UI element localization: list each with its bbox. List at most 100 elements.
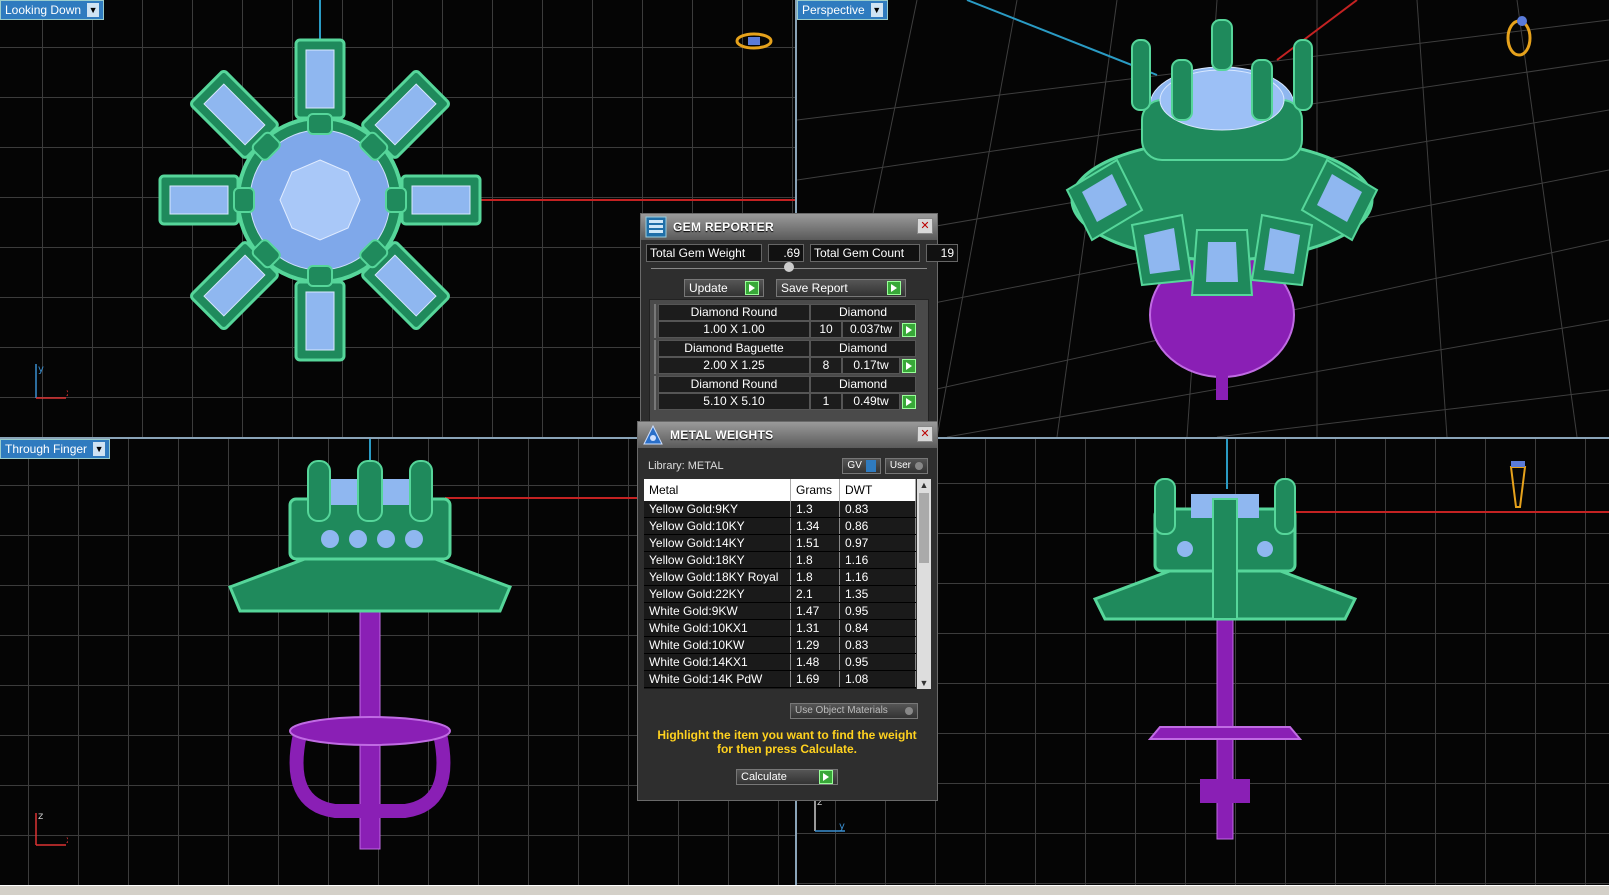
axis-indicator: z x [35, 811, 68, 846]
save-report-label: Save Report [781, 281, 848, 295]
axis-indicator: z y [814, 797, 845, 832]
gem-count: 8 [810, 357, 842, 374]
gem-weight: 0.49tw [842, 393, 900, 410]
metal-grams: 1.47 [790, 602, 840, 620]
ring-perspective-icon [1506, 16, 1532, 57]
metal-dwt: 1.35 [839, 585, 916, 603]
table-row[interactable]: Yellow Gold:14KY 1.51 0.97 [644, 534, 916, 552]
column-header-dwt[interactable]: DWT [839, 479, 916, 501]
metal-dwt: 1.08 [839, 670, 916, 688]
use-object-materials-toggle[interactable]: Use Object Materials [790, 703, 918, 719]
column-header-grams[interactable]: Grams [790, 479, 840, 501]
axis-label-x: x [66, 388, 68, 399]
radio-icon [915, 462, 923, 470]
calculate-label: Calculate [741, 771, 787, 783]
table-row[interactable]: White Gold:10KX1 1.31 0.84 [644, 619, 916, 637]
gem-list: Diamond Round Diamond 1.00 X 1.00 10 0.037t… [649, 299, 929, 425]
axis-label-y: y [839, 821, 845, 832]
table-row[interactable]: Yellow Gold:18KY 1.8 1.16 [644, 551, 916, 569]
gem-count: 1 [810, 393, 842, 410]
user-toggle[interactable]: User [884, 458, 928, 474]
gem-weight: 0.037tw [842, 321, 900, 338]
metal-name: White Gold:14K PdW [644, 670, 791, 688]
splitter-handle[interactable] [784, 262, 794, 272]
table-row[interactable]: White Gold:14K PdW 1.69 1.08 [644, 670, 916, 688]
gem-row[interactable]: Diamond Baguette Diamond 2.00 X 1.25 8 0.17… [654, 340, 916, 374]
metal-table: Metal Grams DWT Yellow Gold:9KY 1.3 0.83 Y… [644, 479, 916, 689]
metal-name: White Gold:9KW [644, 602, 791, 620]
metal-weights-panel: METAL WEIGHTS ✕ Library: METAL GV User M… [637, 421, 938, 801]
metal-grams: 1.51 [790, 534, 840, 552]
metal-weights-title: METAL WEIGHTS [670, 428, 774, 442]
gem-reporter-panel: GEM REPORTER ✕ Total Gem Weight .69 Tota… [640, 213, 958, 427]
table-row[interactable]: Yellow Gold:10KY 1.34 0.86 [644, 517, 916, 535]
metal-dwt: 0.86 [839, 517, 916, 535]
total-gem-count-label: Total Gem Count [810, 244, 920, 262]
metal-grams: 1.34 [790, 517, 840, 535]
metal-name: Yellow Gold:22KY [644, 585, 791, 603]
radio-icon [905, 707, 913, 715]
metal-name: Yellow Gold:18KY [644, 551, 791, 569]
viewport-label-through-finger[interactable]: Through Finger ▼ [0, 439, 111, 459]
metal-dwt: 0.97 [839, 534, 916, 552]
gem-count: 10 [810, 321, 842, 338]
scroll-up-icon[interactable]: ▲ [917, 479, 931, 491]
play-icon [819, 770, 833, 784]
gem-row[interactable]: Diamond Round Diamond 5.10 X 5.10 1 0.49tw [654, 376, 916, 410]
save-report-button[interactable]: Save Report [776, 279, 906, 297]
gem-material: Diamond [810, 340, 916, 357]
gem-material: Diamond [810, 304, 916, 321]
gv-toggle[interactable]: GV [842, 458, 881, 474]
viewport-label-text: Looking Down [5, 3, 82, 17]
metal-name: White Gold:10KW [644, 636, 791, 654]
metal-dwt: 1.16 [839, 551, 916, 569]
scrollbar-thumb[interactable] [919, 493, 929, 563]
gem-size: 1.00 X 1.00 [658, 321, 810, 338]
metal-name: White Gold:10KX1 [644, 619, 791, 637]
metal-grams: 1.8 [790, 551, 840, 569]
play-icon [887, 281, 901, 295]
viewport-label-text: Through Finger [5, 442, 88, 456]
ring-side-icon [1509, 461, 1527, 508]
baguette-gem-icon [654, 340, 656, 374]
gem-name: Diamond Baguette [658, 340, 810, 357]
table-row[interactable]: Yellow Gold:22KY 2.1 1.35 [644, 585, 916, 603]
gem-name: Diamond Round [658, 376, 810, 393]
table-row[interactable]: White Gold:10KW 1.29 0.83 [644, 636, 916, 654]
metal-grams: 2.1 [790, 585, 840, 603]
metal-weights-titlebar[interactable]: METAL WEIGHTS ✕ [638, 422, 937, 448]
metal-name: Yellow Gold:14KY [644, 534, 791, 552]
table-scrollbar[interactable]: ▲ ▼ [917, 479, 931, 689]
calculate-button[interactable]: Calculate [736, 769, 838, 785]
metal-dwt: 0.83 [839, 636, 916, 654]
axis-label-z: z [38, 811, 43, 822]
gem-reporter-titlebar[interactable]: GEM REPORTER ✕ [641, 214, 937, 240]
viewport-label-text: Perspective [802, 3, 865, 17]
play-icon[interactable] [902, 358, 916, 373]
scroll-down-icon[interactable]: ▼ [917, 677, 931, 689]
library-label: Library: METAL [648, 460, 724, 472]
update-button[interactable]: Update [684, 279, 764, 297]
table-row[interactable]: Yellow Gold:18KY Royal 1.8 1.16 [644, 568, 916, 586]
metal-dwt: 0.83 [839, 501, 916, 518]
metal-dwt: 1.16 [839, 568, 916, 586]
play-icon[interactable] [902, 394, 916, 409]
chevron-down-icon[interactable]: ▼ [87, 3, 100, 17]
gem-row[interactable]: Diamond Round Diamond 1.00 X 1.00 10 0.037t… [654, 304, 916, 338]
chevron-down-icon[interactable]: ▼ [870, 3, 883, 17]
metal-grams: 1.31 [790, 619, 840, 637]
viewport-label-looking-down[interactable]: Looking Down ▼ [0, 0, 105, 20]
table-row[interactable]: White Gold:9KW 1.47 0.95 [644, 602, 916, 620]
column-header-metal[interactable]: Metal [644, 479, 791, 501]
metal-name: White Gold:14KX1 [644, 653, 791, 671]
close-icon[interactable]: ✕ [917, 426, 933, 442]
gv-label: GV [847, 460, 862, 471]
table-row[interactable]: Yellow Gold:9KY 1.3 0.83 [644, 501, 916, 518]
play-icon[interactable] [902, 322, 916, 337]
gem-material: Diamond [810, 376, 916, 393]
table-row[interactable]: White Gold:14KX1 1.48 0.95 [644, 653, 916, 671]
chevron-down-icon[interactable]: ▼ [93, 442, 106, 456]
metal-dwt: 0.95 [839, 653, 916, 671]
viewport-label-perspective[interactable]: Perspective ▼ [797, 0, 888, 20]
close-icon[interactable]: ✕ [917, 218, 933, 234]
